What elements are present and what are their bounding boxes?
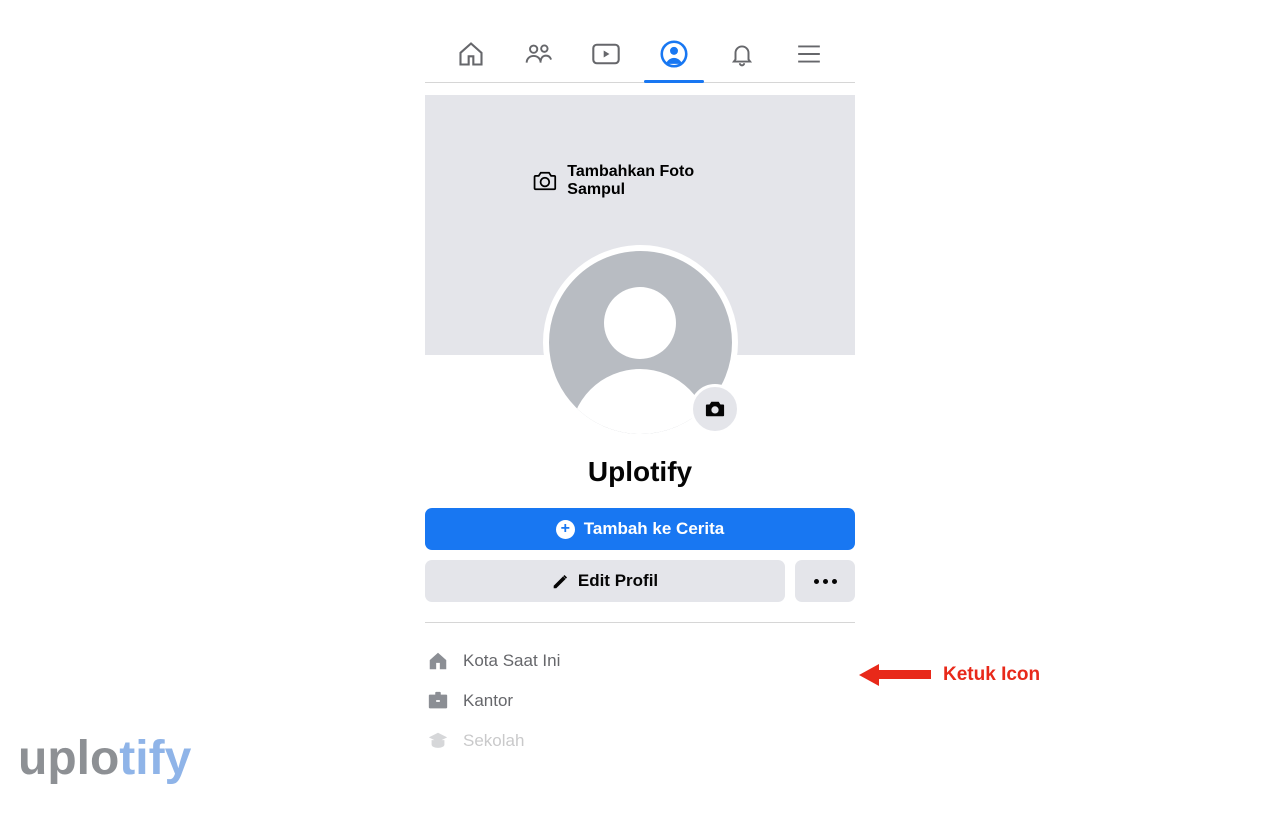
about-item-city[interactable]: Kota Saat Ini: [425, 641, 855, 681]
avatar-placeholder-body: [570, 369, 710, 440]
avatar-section: [425, 245, 855, 440]
edit-profile-label: Edit Profil: [578, 571, 658, 591]
add-to-story-button[interactable]: + Tambah ke Cerita: [425, 508, 855, 550]
camera-icon: [533, 169, 558, 193]
top-navbar: [425, 22, 855, 83]
watermark-part2: tify: [119, 732, 191, 785]
watermark-logo: uplotify: [18, 731, 191, 786]
edit-profile-button[interactable]: Edit Profil: [425, 560, 785, 602]
bell-icon: [729, 40, 755, 68]
about-list: Kota Saat Ini Kantor Sekolah: [425, 641, 855, 761]
phone-frame: Tambahkan Foto Sampul Uplotify + Tambah …: [425, 22, 855, 761]
add-cover-button[interactable]: Tambahkan Foto Sampul: [533, 163, 748, 199]
tab-home[interactable]: [437, 40, 505, 68]
active-tab-underline: [644, 80, 704, 83]
camera-icon: [704, 399, 726, 419]
action-buttons: + Tambah ke Cerita Edit Profil: [425, 488, 855, 602]
tab-menu[interactable]: [775, 43, 843, 65]
hamburger-icon: [796, 43, 822, 65]
tab-watch[interactable]: [572, 41, 640, 67]
tab-notifications[interactable]: [708, 40, 776, 68]
plus-circle-icon: +: [556, 520, 575, 539]
annotation-label: Ketuk Icon: [943, 664, 1040, 686]
ellipsis-icon: [814, 579, 837, 584]
more-options-button[interactable]: [795, 560, 855, 602]
add-cover-label: Tambahkan Foto Sampul: [567, 163, 747, 199]
bottom-fade: [0, 790, 1280, 814]
arrow-icon: [859, 665, 929, 685]
change-photo-button[interactable]: [690, 384, 740, 434]
pencil-icon: [552, 573, 569, 590]
watch-icon: [591, 41, 621, 67]
about-item-label: Kota Saat Ini: [463, 651, 560, 671]
home-icon: [427, 650, 449, 672]
gradcap-icon: [427, 730, 449, 752]
annotation-arrow: Ketuk Icon: [859, 664, 1040, 686]
about-item-work[interactable]: Kantor: [425, 681, 855, 721]
friends-icon: [524, 40, 554, 68]
about-item-school[interactable]: Sekolah: [425, 721, 855, 761]
profile-name: Uplotify: [425, 456, 855, 488]
about-item-label: Sekolah: [463, 731, 524, 751]
tab-friends[interactable]: [505, 40, 573, 68]
tab-profile[interactable]: [640, 40, 708, 68]
briefcase-icon: [427, 690, 449, 712]
home-icon: [457, 40, 485, 68]
profile-icon: [660, 40, 688, 68]
about-item-label: Kantor: [463, 691, 513, 711]
avatar-placeholder-head: [604, 287, 676, 359]
divider: [425, 622, 855, 623]
add-to-story-label: Tambah ke Cerita: [584, 519, 724, 539]
watermark-part1: uplo: [18, 732, 119, 785]
